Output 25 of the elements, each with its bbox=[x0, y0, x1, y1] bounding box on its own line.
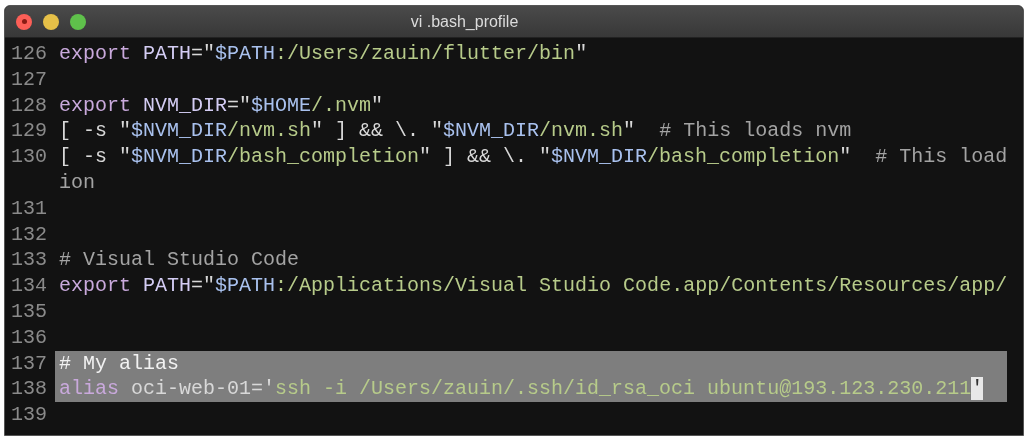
zoom-button[interactable] bbox=[70, 13, 86, 30]
window-title: vi .bash_profile bbox=[410, 11, 519, 32]
line-number: 126 bbox=[10, 41, 48, 67]
line-number: 136 bbox=[10, 324, 48, 351]
line-number: 128 bbox=[10, 92, 48, 119]
minimize-button[interactable] bbox=[43, 13, 59, 30]
code-line: # Visual Studio Code bbox=[58, 247, 300, 274]
line-number: 135 bbox=[10, 298, 48, 325]
code-line: export PATH="$PATH:/Users/zauin/flutter/bin" bbox=[58, 41, 588, 67]
line-number: 127 bbox=[10, 66, 48, 93]
line-number: 134 bbox=[10, 273, 48, 299]
line-number: 137 bbox=[10, 350, 48, 377]
code-line: export NVM_DIR="$HOME/.nvm" bbox=[58, 92, 384, 119]
code-line: ion bbox=[58, 170, 95, 196]
line-number: 132 bbox=[10, 221, 48, 248]
line-number: 138 bbox=[10, 376, 48, 403]
close-button[interactable] bbox=[16, 13, 32, 30]
line-number: 131 bbox=[10, 195, 48, 222]
line-number: 133 bbox=[10, 247, 48, 274]
code-line: [ -s "$NVM_DIR/bash_completion" ] && \. "$NVM_DIR/bash_completion" # This load bbox=[58, 144, 1008, 170]
code-line: export PATH="$PATH:/Applications/Visual Studio Code.app/Contents/Resources/app/ bbox=[58, 273, 1008, 299]
code-line: [ -s "$NVM_DIR/nvm.sh" ] && \. "$NVM_DIR/nvm.sh" # This loads nvm bbox=[58, 118, 852, 145]
line-number: 129 bbox=[10, 118, 48, 145]
line-number: 130 bbox=[10, 144, 48, 170]
line-number: 139 bbox=[10, 402, 48, 428]
